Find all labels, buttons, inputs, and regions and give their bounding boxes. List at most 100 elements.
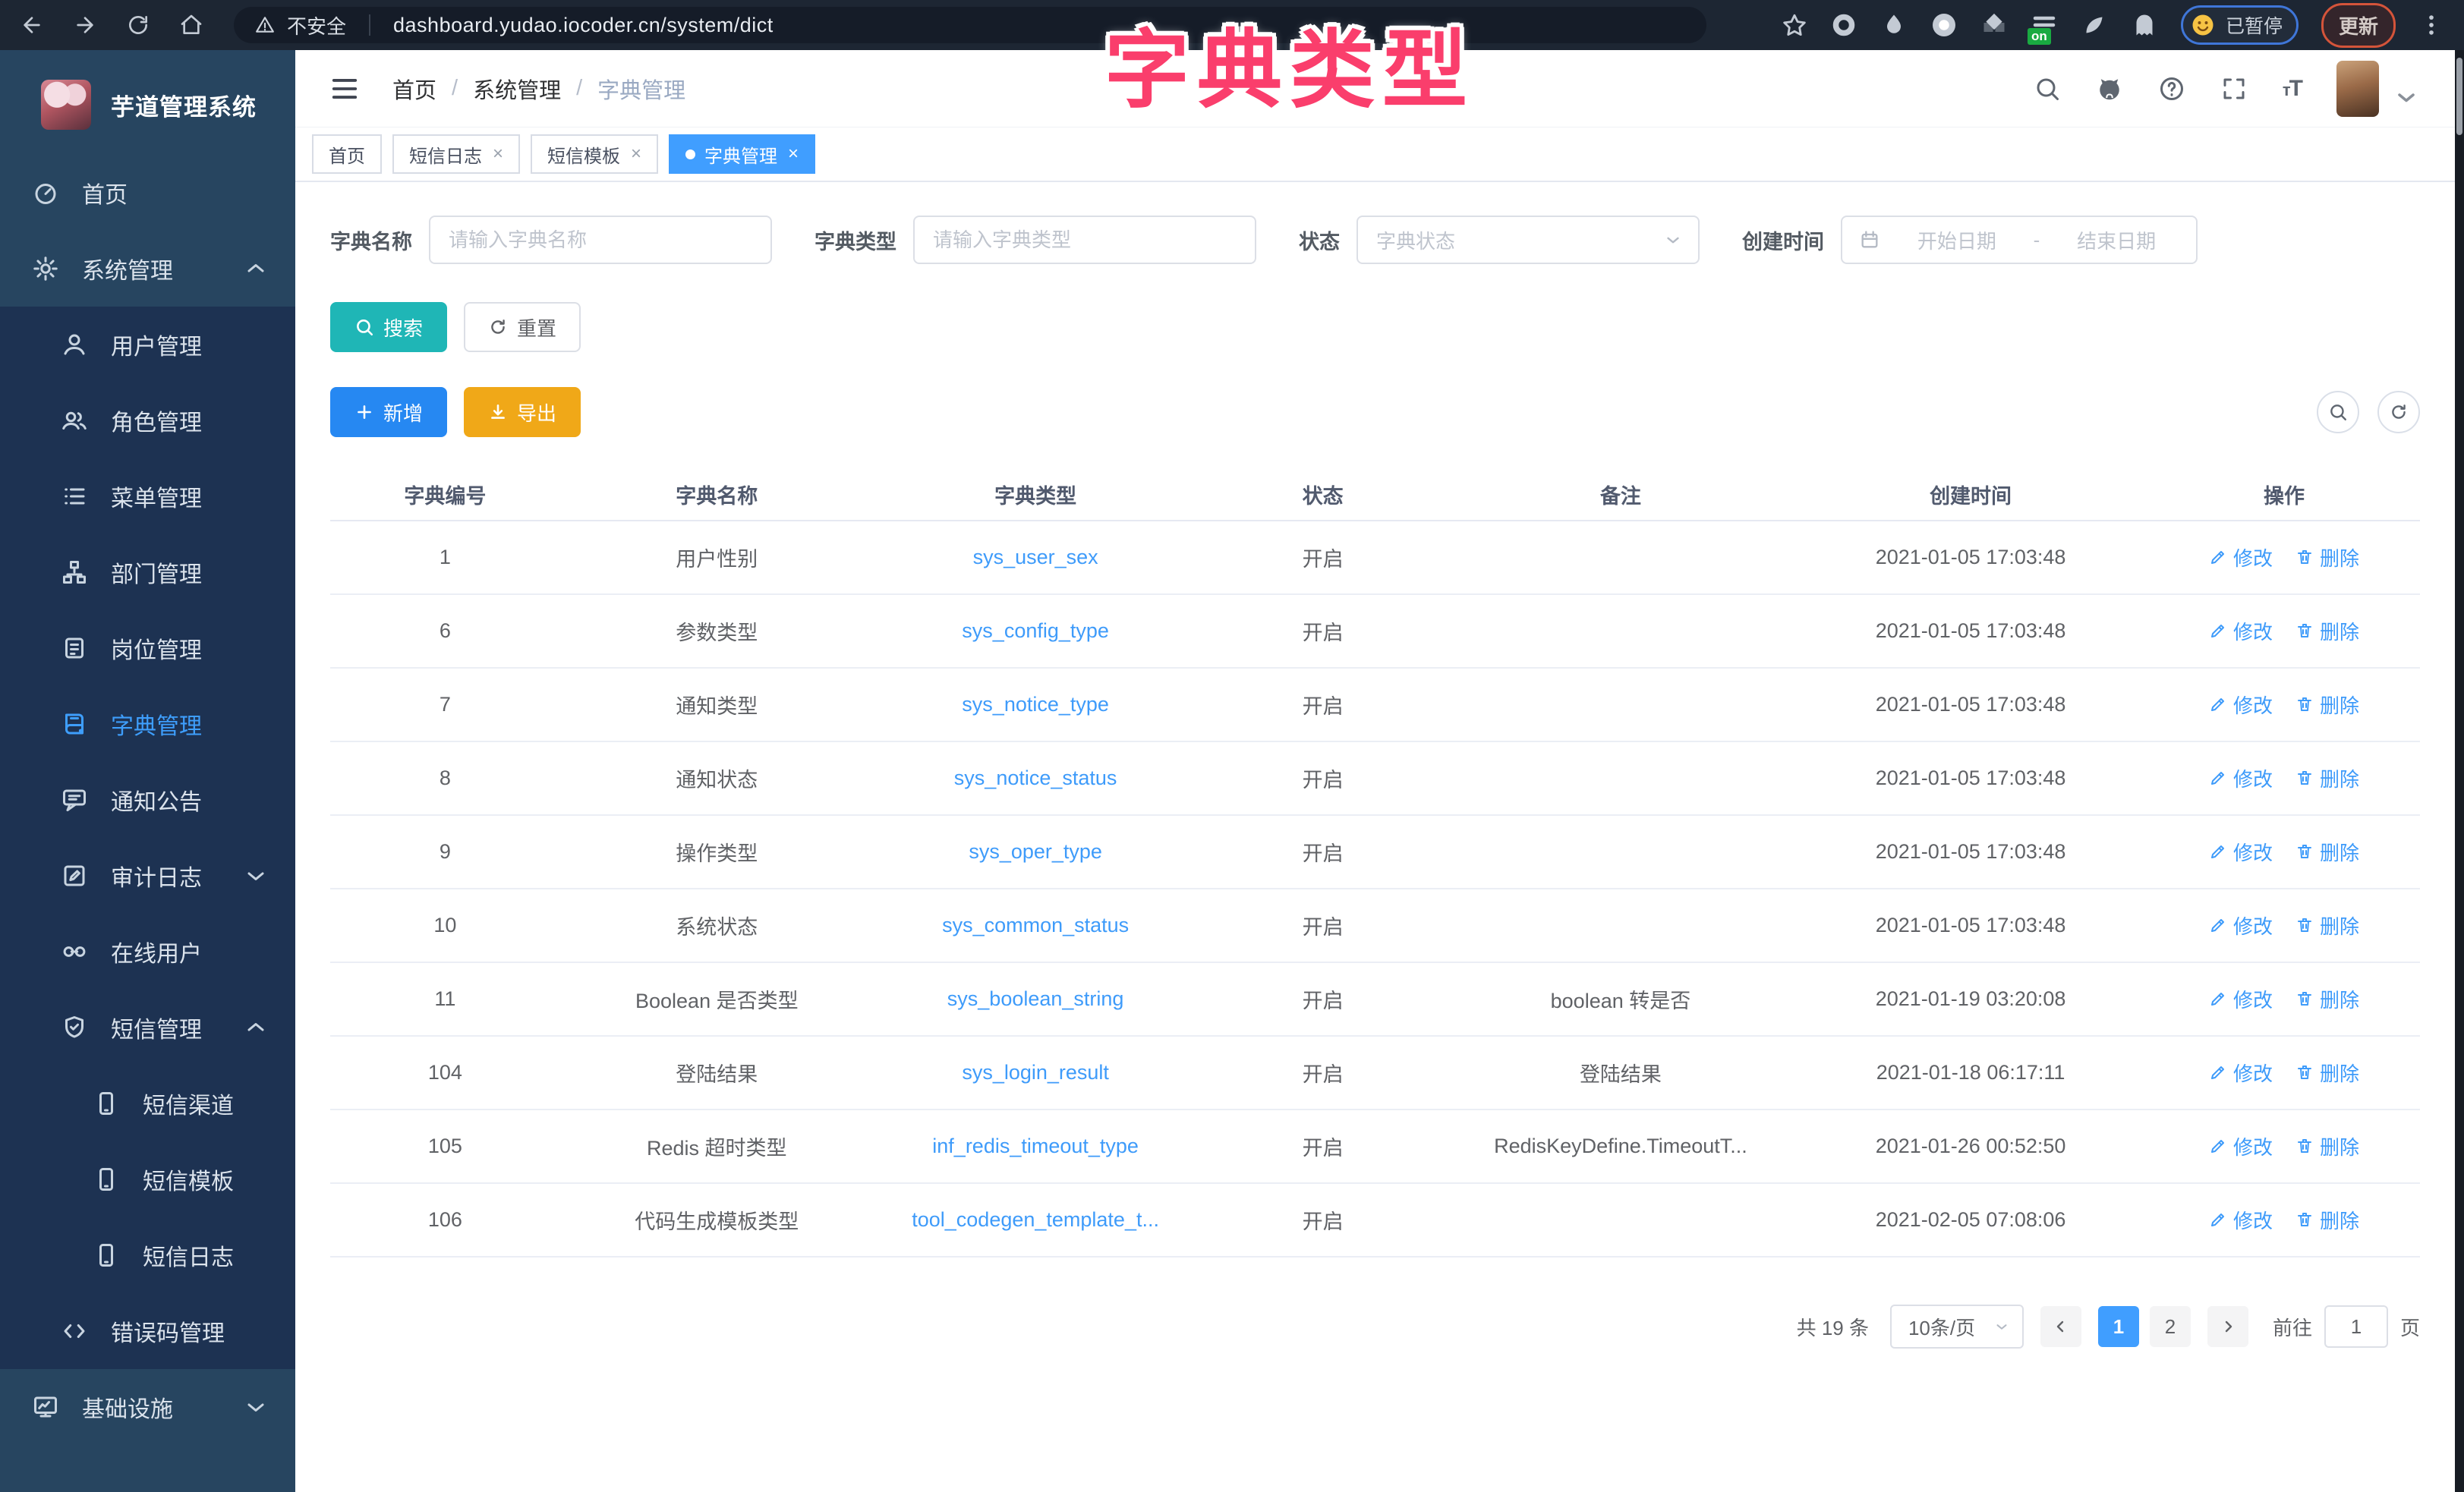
reset-button[interactable]: 重置 bbox=[464, 302, 581, 352]
refresh-table-button[interactable] bbox=[2377, 391, 2420, 433]
edit-row-link[interactable]: 修改 bbox=[2209, 764, 2273, 792]
page-size-select[interactable]: 10条/页 bbox=[1890, 1305, 2024, 1349]
fullscreen-icon[interactable] bbox=[2220, 75, 2248, 102]
edit-row-link[interactable]: 修改 bbox=[2209, 1132, 2273, 1160]
sidebar-item-monitor-16[interactable]: 基础设施 bbox=[0, 1369, 295, 1445]
edit-row-link[interactable]: 修改 bbox=[2209, 543, 2273, 571]
dict-name-input[interactable] bbox=[429, 216, 772, 264]
delete-row-link[interactable]: 删除 bbox=[2295, 985, 2359, 1013]
delete-row-link[interactable]: 删除 bbox=[2295, 1059, 2359, 1087]
breadcrumb-home[interactable]: 首页 bbox=[392, 73, 436, 105]
cell-type[interactable]: sys_login_result bbox=[874, 1036, 1198, 1110]
edit-row-link[interactable]: 修改 bbox=[2209, 691, 2273, 719]
sidebar-item-code-15[interactable]: 错误码管理 bbox=[0, 1293, 295, 1369]
prev-page-button[interactable] bbox=[2040, 1306, 2081, 1347]
extension-icon[interactable]: on bbox=[2031, 11, 2058, 39]
edit-row-link[interactable]: 修改 bbox=[2209, 1206, 2273, 1234]
delete-row-link[interactable]: 删除 bbox=[2295, 543, 2359, 571]
forward-icon[interactable] bbox=[73, 13, 97, 37]
sidebar-item-badge-6[interactable]: 岗位管理 bbox=[0, 610, 295, 686]
delete-row-link[interactable]: 删除 bbox=[2295, 617, 2359, 645]
sidebar-item-phone-14[interactable]: 短信日志 bbox=[0, 1217, 295, 1293]
extension-icon[interactable] bbox=[1830, 11, 1857, 39]
breadcrumb-system[interactable]: 系统管理 bbox=[473, 73, 561, 105]
hide-search-button[interactable] bbox=[2317, 391, 2359, 433]
bookmark-star-icon[interactable] bbox=[1782, 12, 1807, 38]
close-tab-icon[interactable]: × bbox=[788, 143, 799, 165]
extension-icon[interactable] bbox=[2081, 11, 2108, 39]
sidebar-item-log-9[interactable]: 审计日志 bbox=[0, 838, 295, 914]
tab-1[interactable]: 短信日志× bbox=[392, 134, 520, 174]
browser-profile-badge[interactable]: 已暂停 bbox=[2181, 5, 2299, 45]
back-icon[interactable] bbox=[20, 13, 44, 37]
reload-icon[interactable] bbox=[126, 13, 150, 37]
tab-3[interactable]: 字典管理× bbox=[669, 134, 815, 174]
edit-row-link[interactable]: 修改 bbox=[2209, 985, 2273, 1013]
sidebar-item-users-3[interactable]: 角色管理 bbox=[0, 382, 295, 458]
add-button[interactable]: 新增 bbox=[330, 387, 447, 437]
browser-menu-icon[interactable] bbox=[2418, 12, 2444, 38]
sidebar-item-book-7[interactable]: 字典管理 bbox=[0, 686, 295, 762]
extension-icon[interactable] bbox=[1880, 11, 1908, 39]
edit-row-link[interactable]: 修改 bbox=[2209, 1059, 2273, 1087]
delete-row-link[interactable]: 删除 bbox=[2295, 1206, 2359, 1234]
cell-type[interactable]: sys_notice_status bbox=[874, 741, 1198, 815]
search-icon[interactable] bbox=[2034, 75, 2061, 102]
sidebar-item-gear-1[interactable]: 系统管理 bbox=[0, 231, 295, 307]
edit-row-link[interactable]: 修改 bbox=[2209, 911, 2273, 940]
cell-type[interactable]: inf_redis_timeout_type bbox=[874, 1110, 1198, 1183]
sidebar-item-link-10[interactable]: 在线用户 bbox=[0, 914, 295, 990]
close-tab-icon[interactable]: × bbox=[631, 143, 641, 165]
sidebar-item-menu-4[interactable]: 菜单管理 bbox=[0, 458, 295, 534]
status-select[interactable]: 字典状态 bbox=[1356, 216, 1700, 264]
tab-0[interactable]: 首页 bbox=[312, 134, 382, 174]
delete-row-link[interactable]: 删除 bbox=[2295, 1132, 2359, 1160]
sidebar-item-user-2[interactable]: 用户管理 bbox=[0, 307, 295, 382]
browser-update-button[interactable]: 更新 bbox=[2321, 3, 2396, 48]
search-button[interactable]: 搜索 bbox=[330, 302, 447, 352]
github-icon[interactable] bbox=[2096, 75, 2123, 102]
sidebar-item-phone-12[interactable]: 短信渠道 bbox=[0, 1065, 295, 1141]
help-icon[interactable] bbox=[2158, 75, 2185, 102]
cell-type[interactable]: sys_config_type bbox=[874, 594, 1198, 668]
extension-icon[interactable] bbox=[1980, 11, 2008, 39]
sidebar-item-chat-8[interactable]: 通知公告 bbox=[0, 762, 295, 838]
tab-2[interactable]: 短信模板× bbox=[531, 134, 658, 174]
font-size-icon[interactable]: тT bbox=[2283, 76, 2302, 102]
dict-type-input[interactable] bbox=[913, 216, 1256, 264]
gear-icon bbox=[32, 255, 59, 282]
goto-page-input[interactable] bbox=[2324, 1305, 2388, 1348]
export-button[interactable]: 导出 bbox=[464, 387, 581, 437]
sidebar-item-org-5[interactable]: 部门管理 bbox=[0, 534, 295, 610]
next-page-button[interactable] bbox=[2207, 1306, 2248, 1347]
scrollbar-thumb[interactable] bbox=[2456, 58, 2462, 135]
sidebar-toggle-icon[interactable] bbox=[330, 74, 359, 103]
cell-type[interactable]: sys_user_sex bbox=[874, 521, 1198, 594]
edit-row-link[interactable]: 修改 bbox=[2209, 617, 2273, 645]
sidebar-item-gauge-0[interactable]: 首页 bbox=[0, 155, 295, 231]
date-range-picker[interactable]: 开始日期 - 结束日期 bbox=[1841, 216, 2198, 264]
user-avatar[interactable] bbox=[2336, 61, 2379, 117]
edit-row-link[interactable]: 修改 bbox=[2209, 838, 2273, 866]
delete-row-link[interactable]: 删除 bbox=[2295, 764, 2359, 792]
cell-type[interactable]: tool_codegen_template_t... bbox=[874, 1183, 1198, 1257]
export-button-label: 导出 bbox=[517, 398, 556, 427]
page-button-2[interactable]: 2 bbox=[2150, 1306, 2191, 1347]
sidebar-item-phone-13[interactable]: 短信模板 bbox=[0, 1141, 295, 1217]
delete-row-link[interactable]: 删除 bbox=[2295, 911, 2359, 940]
sidebar-item-shield-11[interactable]: 短信管理 bbox=[0, 990, 295, 1065]
extension-icon[interactable] bbox=[1930, 11, 1958, 39]
delete-row-link[interactable]: 删除 bbox=[2295, 691, 2359, 719]
delete-row-link[interactable]: 删除 bbox=[2295, 838, 2359, 866]
sidebar-logo-row[interactable]: 芋道管理系统 bbox=[0, 50, 295, 147]
cell-type[interactable]: sys_notice_type bbox=[874, 668, 1198, 741]
avatar-caret-icon[interactable] bbox=[2393, 83, 2420, 111]
address-bar[interactable]: 不安全 dashboard.yudao.iocoder.cn/system/di… bbox=[234, 7, 1706, 43]
close-tab-icon[interactable]: × bbox=[493, 143, 503, 165]
extension-icon[interactable] bbox=[2131, 11, 2158, 39]
page-button-1[interactable]: 1 bbox=[2098, 1306, 2139, 1347]
cell-type[interactable]: sys_oper_type bbox=[874, 815, 1198, 889]
cell-type[interactable]: sys_boolean_string bbox=[874, 962, 1198, 1036]
cell-type[interactable]: sys_common_status bbox=[874, 889, 1198, 962]
home-icon[interactable] bbox=[179, 13, 203, 37]
